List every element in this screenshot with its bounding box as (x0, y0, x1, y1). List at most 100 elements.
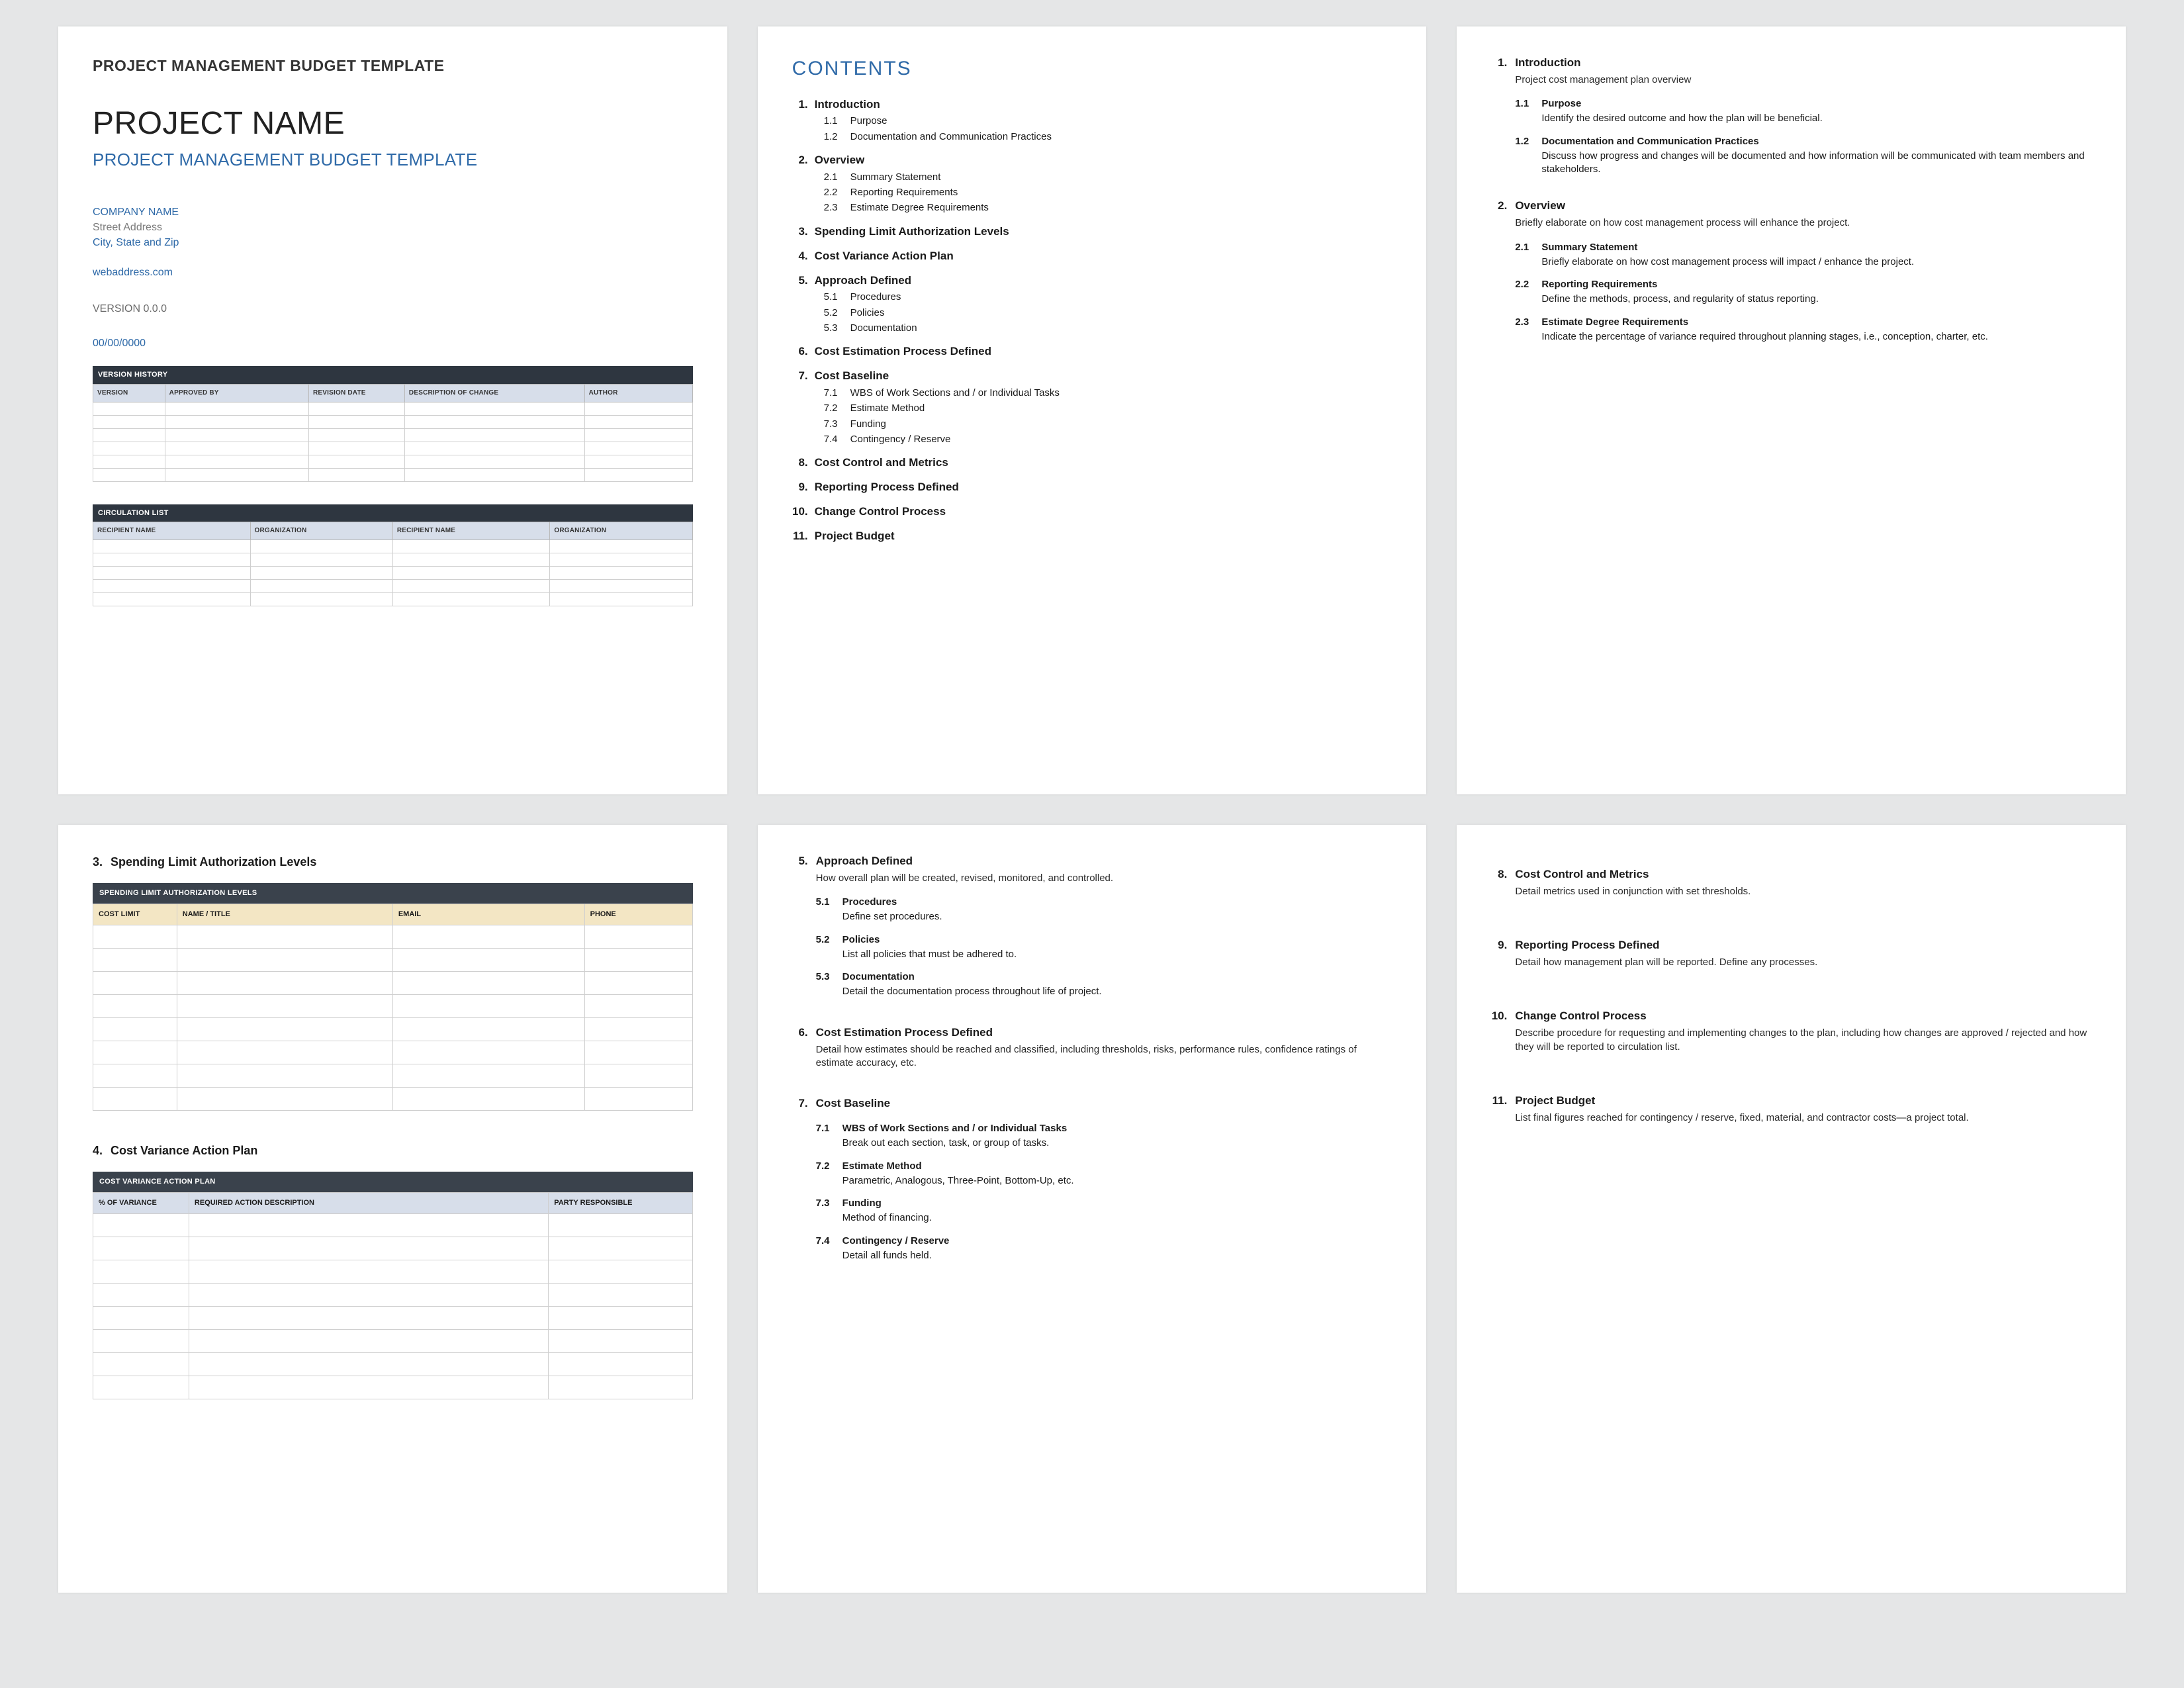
col-revdate: REVISION DATE (309, 385, 405, 402)
table-row (93, 1087, 693, 1110)
table-header-row: RECIPIENT NAME ORGANIZATION RECIPIENT NA… (93, 522, 693, 540)
toc-item: 8.Cost Control and Metrics (792, 455, 1392, 471)
toc-item: 2.Overview (792, 153, 1392, 168)
table-row (93, 948, 693, 971)
company-name: COMPANY NAME (93, 207, 179, 218)
detail-sub: 5.1ProceduresDefine set procedures. (816, 896, 1392, 924)
col-org1: ORGANIZATION (250, 522, 392, 540)
spending-limit-caption: SPENDING LIMIT AUTHORIZATION LEVELS (93, 883, 693, 904)
table-row (93, 1352, 693, 1376)
contents-list: 1.Introduction 1.1Purpose 1.2Documentation… (792, 97, 1392, 544)
toc-item: 11.Project Budget (792, 529, 1392, 544)
toc-subitem: 7.4Contingency / Reserve (824, 433, 1392, 446)
circulation-table: CIRCULATION LIST RECIPIENT NAME ORGANIZA… (93, 504, 693, 606)
section-9: 9.Reporting Process DefinedDetail how ma… (1491, 938, 2091, 969)
section-11: 11.Project BudgetList final figures reac… (1491, 1094, 2091, 1125)
web-address: webaddress.com (93, 265, 693, 280)
table-row (93, 971, 693, 994)
table-row (93, 1213, 693, 1237)
page-4-tables: 3. Spending Limit Authorization Levels S… (58, 825, 727, 1593)
spending-limit-body (93, 925, 693, 1110)
table-row (93, 539, 693, 553)
template-thumbnails: PROJECT MANAGEMENT BUDGET TEMPLATE PROJE… (0, 0, 2184, 1619)
table-row (93, 592, 693, 606)
table-row (93, 1329, 693, 1352)
toc-item: 3.Spending Limit Authorization Levels (792, 224, 1392, 240)
col-author: AUTHOR (584, 385, 692, 402)
section-6: 6.Cost Estimation Process DefinedDetail … (792, 1025, 1392, 1070)
toc-subitem: 2.2Reporting Requirements (824, 186, 1392, 199)
col-recipient1: RECIPIENT NAME (93, 522, 251, 540)
table-row (93, 1376, 693, 1399)
version: VERSION 0.0.0 (93, 302, 693, 316)
project-title: PROJECT NAME (93, 103, 693, 146)
detail-sub: 2.1Summary StatementBriefly elaborate on… (1515, 241, 2091, 269)
toc-item: 4.Cost Variance Action Plan (792, 249, 1392, 264)
table-row (93, 1017, 693, 1041)
date: 00/00/0000 (93, 336, 693, 351)
toc-subitem: 5.3Documentation (824, 322, 1392, 335)
table-row (93, 1064, 693, 1087)
table-row (93, 925, 693, 948)
table-row (93, 1041, 693, 1064)
section-10: 10.Change Control ProcessDescribe proced… (1491, 1009, 2091, 1053)
section-8: 8.Cost Control and MetricsDetail metrics… (1491, 867, 2091, 898)
detail-sub: 7.3FundingMethod of financing. (816, 1197, 1392, 1225)
toc-subitem: 7.2Estimate Method (824, 402, 1392, 415)
col-descchange: DESCRIPTION OF CHANGE (404, 385, 584, 402)
detail-sub: 2.3Estimate Degree RequirementsIndicate … (1515, 316, 2091, 344)
table-row (93, 442, 693, 455)
company-address: COMPANY NAME Street Address City, State … (93, 205, 693, 251)
table-row (93, 428, 693, 442)
contents-heading: CONTENTS (792, 56, 1392, 83)
col-recipient2: RECIPIENT NAME (392, 522, 550, 540)
section-5: 5.Approach DefinedHow overall plan will … (792, 854, 1392, 999)
circulation-caption: CIRCULATION LIST (93, 504, 693, 522)
toc-item: 9.Reporting Process Defined (792, 480, 1392, 495)
page-6-final-sections: 8.Cost Control and MetricsDetail metrics… (1457, 825, 2126, 1593)
table-row (93, 415, 693, 428)
circulation-body (93, 539, 693, 606)
col-approved: APPROVED BY (165, 385, 308, 402)
detail-sub: 5.2PoliciesList all policies that must b… (816, 933, 1392, 962)
table-row (93, 579, 693, 592)
detail-sub: 1.1PurposeIdentify the desired outcome a… (1515, 97, 2091, 126)
section-1: 1.IntroductionProject cost management pl… (1491, 56, 2091, 176)
toc-subitem: 5.2Policies (824, 306, 1392, 320)
toc-item: 6.Cost Estimation Process Defined (792, 344, 1392, 359)
toc-subitem: 5.1Procedures (824, 291, 1392, 304)
kicker: PROJECT MANAGEMENT BUDGET TEMPLATE (93, 56, 693, 76)
cost-variance-caption: COST VARIANCE ACTION PLAN (93, 1172, 693, 1192)
toc-subitem: 1.2Documentation and Communication Pract… (824, 130, 1392, 144)
table-row (93, 566, 693, 579)
section-7: 7.Cost Baseline7.1WBS of Work Sections a… (792, 1096, 1392, 1262)
section-4-label: 4. Cost Variance Action Plan (93, 1143, 693, 1158)
section-3-label: 3. Spending Limit Authorization Levels (93, 854, 693, 870)
subtitle: PROJECT MANAGEMENT BUDGET TEMPLATE (93, 148, 693, 171)
detail-sub: 5.3DocumentationDetail the documentation… (816, 970, 1392, 999)
detail-sub: 7.1WBS of Work Sections and / or Individ… (816, 1122, 1392, 1150)
spending-limit-table: SPENDING LIMIT AUTHORIZATION LEVELS COST… (93, 883, 693, 1111)
toc-subitem: 1.1Purpose (824, 115, 1392, 128)
table-header-row: COST LIMIT NAME / TITLE EMAIL PHONE (93, 904, 693, 925)
toc-item: 7.Cost Baseline (792, 369, 1392, 384)
table-row (93, 553, 693, 566)
toc-item: 1.Introduction (792, 97, 1392, 113)
toc-subitem: 2.3Estimate Degree Requirements (824, 201, 1392, 214)
cost-variance-table: COST VARIANCE ACTION PLAN % OF VARIANCE … (93, 1172, 693, 1399)
col-version: VERSION (93, 385, 165, 402)
table-row (93, 455, 693, 468)
page-3-intro-overview: 1.IntroductionProject cost management pl… (1457, 26, 2126, 794)
toc-item: 10.Change Control Process (792, 504, 1392, 520)
table-row (93, 1260, 693, 1283)
toc-item: 5.Approach Defined (792, 273, 1392, 289)
section-2: 2.OverviewBriefly elaborate on how cost … (1491, 199, 2091, 344)
street: Street Address (93, 222, 162, 233)
table-header-row: % OF VARIANCE REQUIRED ACTION DESCRIPTIO… (93, 1193, 693, 1214)
version-history-block: VERSION HISTORY VERSION APPROVED BY REVI… (93, 366, 693, 481)
table-row (93, 1283, 693, 1306)
detail-sub: 7.2Estimate MethodParametric, Analogous,… (816, 1160, 1392, 1188)
page-5-approach-baseline: 5.Approach DefinedHow overall plan will … (758, 825, 1427, 1593)
city-state: City, State and Zip (93, 237, 179, 248)
version-history-caption: VERSION HISTORY (93, 366, 693, 384)
